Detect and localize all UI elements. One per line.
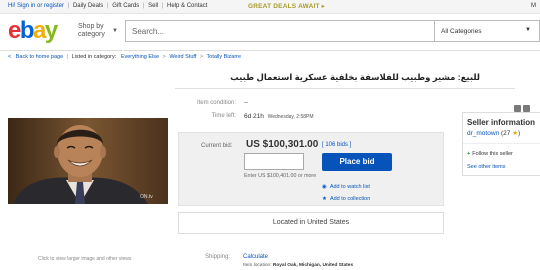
- current-bid-label: Current bid:: [201, 143, 233, 149]
- back-to-home-link[interactable]: Back to home page: [16, 54, 63, 60]
- item-location: Item location: Royal Oak, Michigan, Unit…: [243, 263, 353, 268]
- see-other-items-link[interactable]: See other items: [467, 164, 506, 170]
- time-left-duration: 6d 21h: [244, 113, 264, 120]
- back-arrow-icon[interactable]: <: [8, 54, 11, 60]
- image-watermark: ON.tv: [140, 194, 153, 200]
- title-divider: [175, 88, 515, 89]
- follow-seller-label: Follow this seller: [472, 151, 513, 157]
- category-label: category: [78, 31, 105, 38]
- shipping-label: Shipping:: [205, 254, 231, 260]
- min-bid-hint: Enter US $100,401.00 or more: [244, 173, 317, 179]
- category-select[interactable]: All Categories ▼: [435, 20, 540, 42]
- daily-deals-link[interactable]: Daily Deals: [73, 3, 103, 9]
- chevron-right-icon: >: [199, 54, 204, 60]
- bid-panel: Current bid: US $100,301.00 [ 106 bids ]…: [178, 132, 444, 206]
- gift-cards-link[interactable]: Gift Cards: [112, 3, 139, 9]
- time-left-detail: Wednesday, 2:58PM: [267, 114, 314, 120]
- logo-letter-a: a: [33, 17, 46, 44]
- plus-icon: +: [467, 151, 471, 157]
- breadcrumb-totally-bizarre[interactable]: Totally Bizarre: [207, 54, 242, 60]
- header-divider: [0, 50, 540, 51]
- chevron-down-icon: ▼: [112, 28, 118, 34]
- item-location-value: Royal Oak, Michigan, United States: [272, 263, 354, 268]
- logo-letter-e: e: [8, 17, 21, 44]
- image-caption[interactable]: Click to view larger image and other vie…: [38, 256, 131, 262]
- shop-by-label: Shop by: [78, 23, 104, 30]
- shipping-calculate-link[interactable]: Calculate: [243, 254, 268, 260]
- my-ebay-link[interactable]: M: [531, 3, 536, 9]
- follow-seller-link[interactable]: + Follow this seller: [467, 151, 513, 157]
- item-condition-value: --: [244, 100, 248, 106]
- help-contact-link[interactable]: Help & Contact: [167, 3, 207, 9]
- item-image[interactable]: ON.tv: [8, 118, 168, 204]
- seller-heading: Seller information: [467, 118, 536, 127]
- breadcrumb-everything-else[interactable]: Everything Else: [121, 54, 159, 60]
- seller-name-link[interactable]: dr_motown: [467, 130, 499, 137]
- seller-name-line: dr_motown (27 ★): [467, 129, 520, 137]
- top-bar: Hi! Sign in or register | Daily Deals | …: [0, 0, 540, 14]
- category-select-value: All Categories: [441, 28, 482, 35]
- portrait-photo: [8, 118, 168, 204]
- seller-score-end: ): [518, 130, 521, 137]
- place-bid-button[interactable]: Place bid: [322, 153, 392, 171]
- item-location-label: Item location:: [243, 263, 272, 268]
- promo-banner[interactable]: GREAT DEALS AWAIT ▸: [248, 2, 325, 10]
- item-condition-label: Item condition:: [196, 100, 236, 106]
- share-icons: [514, 99, 540, 112]
- top-bar-links: Hi! Sign in or register | Daily Deals | …: [8, 3, 208, 9]
- breadcrumb: < Back to home page | Listed in category…: [8, 54, 242, 60]
- ebay-logo[interactable]: ebay: [8, 17, 58, 45]
- seller-score[interactable]: (27: [501, 130, 510, 137]
- add-to-collection[interactable]: ★ Add to collection: [322, 196, 370, 202]
- logo-letter-b: b: [19, 17, 35, 44]
- star-icon: ★: [322, 196, 327, 202]
- current-bid-price: US $100,301.00: [246, 139, 319, 150]
- shop-by-category-button[interactable]: Shop by category ▼: [78, 23, 118, 39]
- time-left-value: 6d 21h Wednesday, 2:58PM: [244, 113, 314, 120]
- seller-panel: Seller information dr_motown (27 ★) + Fol…: [462, 112, 540, 176]
- seller-divider: [463, 143, 540, 144]
- bid-count: [ 106 bids ]: [322, 142, 351, 148]
- location-box: Located in United States: [178, 212, 444, 234]
- sell-link[interactable]: Sell: [148, 3, 158, 9]
- search-input[interactable]: Search...: [125, 20, 435, 42]
- watch-list-label: Add to watch list: [329, 184, 370, 190]
- sign-in-link[interactable]: Hi! Sign in or register: [8, 3, 64, 9]
- add-to-watch-list[interactable]: ◉ Add to watch list: [322, 184, 370, 190]
- eye-icon: ◉: [322, 184, 327, 190]
- item-title: للبيع: مشير وطبيب للفلاسفة بخلفية عسكرية…: [230, 72, 480, 82]
- time-left-label: Time left:: [211, 113, 236, 119]
- breadcrumb-weird-stuff[interactable]: Weird Stuff: [169, 54, 196, 60]
- header: ebay Shop by category ▼ Search... All Ca…: [0, 14, 540, 50]
- bid-amount-input[interactable]: [244, 153, 304, 170]
- chevron-right-icon: >: [162, 54, 166, 60]
- logo-letter-y: y: [44, 17, 58, 44]
- collection-label: Add to collection: [329, 196, 371, 202]
- chevron-down-icon: ▼: [525, 27, 531, 33]
- share-icon[interactable]: [514, 105, 521, 112]
- print-icon[interactable]: [523, 105, 530, 112]
- bid-history-link[interactable]: [ 106 bids ]: [322, 142, 351, 148]
- listed-in-label: Listed in category:: [71, 54, 117, 60]
